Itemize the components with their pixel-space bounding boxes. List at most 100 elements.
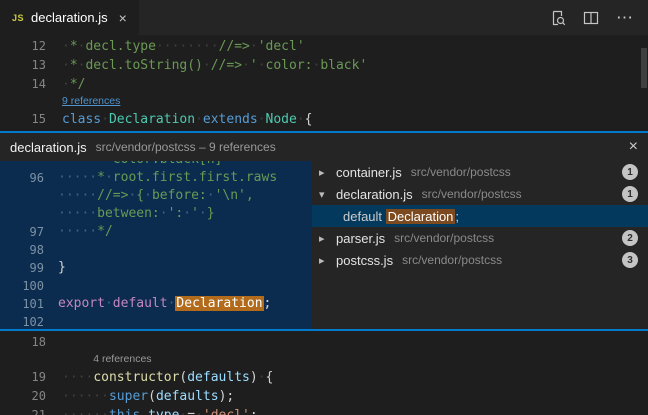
reference-file-row[interactable]: ▾declaration.jssrc/vendor/postcss1	[312, 183, 648, 205]
line-number: 97	[0, 223, 58, 241]
code-token: super	[109, 389, 148, 404]
code-token: }	[207, 206, 215, 221]
code-token: ········	[156, 39, 219, 54]
code-token: export	[58, 296, 105, 311]
code-token: default	[343, 209, 386, 224]
javascript-file-icon: JS	[12, 13, 24, 23]
code-token: .	[140, 408, 148, 415]
chevron-right-icon[interactable]: ▸	[319, 232, 336, 245]
code-line[interactable]: 19····constructor(defaults)·{	[0, 368, 648, 387]
code-token: */	[97, 224, 113, 239]
code-line[interactable]: 21······this.type·=·'decl';	[0, 406, 648, 415]
code-line[interactable]: 102	[0, 313, 312, 329]
code-line[interactable]: 14·*/	[0, 75, 648, 94]
chevron-right-icon[interactable]: ▸	[319, 254, 336, 267]
code-line[interactable]: 13·*·decl.toString()·//=>·'·color:·black…	[0, 56, 648, 75]
code-token: //=>	[219, 39, 250, 54]
code-token: ·	[195, 112, 203, 127]
reference-item-row[interactable]: default Declaration;	[312, 205, 648, 227]
code-token: decl.toString()	[85, 58, 202, 73]
reference-file-row[interactable]: ▸parser.jssrc/vendor/postcss2	[312, 227, 648, 249]
line-number: 98	[0, 241, 58, 259]
reference-file-row[interactable]: ▸container.jssrc/vendor/postcss1	[312, 161, 648, 183]
code-token: ·	[144, 188, 152, 203]
code-token: before:	[152, 188, 207, 203]
editor-scrollbar[interactable]	[641, 48, 647, 88]
code-token: ·	[199, 206, 207, 221]
code-token: ·	[105, 170, 113, 185]
code-token: )	[250, 370, 258, 385]
code-token: //=>	[97, 188, 128, 203]
file-name: container.js	[336, 165, 402, 180]
code-token: color:black[n]	[113, 161, 223, 167]
code-token: ·	[62, 77, 70, 92]
line-content: ······this.type·=·'decl';	[62, 406, 258, 415]
line-number: 100	[0, 277, 58, 295]
line-content: }	[58, 259, 66, 277]
editor-top: 12·*·decl.type········//=>·'decl'13·*·de…	[0, 35, 648, 131]
code-token: '	[250, 58, 258, 73]
code-token: ····	[62, 370, 93, 385]
reference-preview-text: default Declaration;	[343, 209, 459, 224]
code-line[interactable]: 12·*·decl.type········//=>·'decl'	[0, 37, 648, 56]
code-line[interactable]: 18	[0, 333, 648, 352]
line-number: 20	[0, 387, 62, 406]
reference-file-row[interactable]: ▸postcss.jssrc/vendor/postcss3	[312, 249, 648, 271]
editor-tab-bar: JS declaration.js × ⋯	[0, 0, 648, 35]
code-token: 'decl'	[258, 39, 305, 54]
code-token: (	[148, 389, 156, 404]
tab-label: declaration.js	[31, 10, 108, 25]
line-content: ·*·decl.toString()·//=>·'·color:·black'	[62, 56, 367, 75]
code-token: defaults	[187, 370, 250, 385]
open-preview-icon[interactable]	[550, 10, 566, 26]
code-token: root.first.first.raws	[113, 170, 277, 185]
references-peek-view: declaration.js src/vendor/postcss – 9 re…	[0, 131, 648, 331]
code-line[interactable]: 97·····*/	[0, 223, 312, 241]
code-token: ·····	[58, 206, 97, 221]
codelens-references-link[interactable]: 4 references	[93, 352, 151, 368]
line-content: export·default·Declaration;	[58, 295, 271, 313]
line-number: 21	[0, 406, 62, 415]
line-content: ····constructor(defaults)·{	[62, 368, 273, 387]
code-token: }	[58, 260, 66, 275]
code-line[interactable]: ·······color:black[n]	[0, 161, 312, 169]
line-number: 14	[0, 75, 62, 94]
chevron-right-icon[interactable]: ▸	[319, 166, 336, 179]
line-content: ·*·decl.type········//=>·'decl'	[62, 37, 305, 56]
code-token: constructor	[93, 370, 179, 385]
codelens-references-link[interactable]: 9 references	[62, 94, 120, 110]
code-token: ;	[264, 296, 272, 311]
more-actions-icon[interactable]: ⋯	[616, 9, 633, 26]
code-token: */	[70, 77, 86, 92]
code-line[interactable]: 20······super(defaults);	[0, 387, 648, 406]
code-line[interactable]: ·····between:·':·'·}	[0, 205, 312, 223]
code-line[interactable]: 100	[0, 277, 312, 295]
split-editor-icon[interactable]	[583, 10, 599, 26]
tab-declaration-js[interactable]: JS declaration.js ×	[0, 0, 139, 35]
code-token: ·	[242, 58, 250, 73]
code-line[interactable]: ·····//=>·{·before:·'\n',	[0, 187, 312, 205]
file-path: src/vendor/postcss	[394, 231, 494, 245]
vscode-window: JS declaration.js × ⋯ 12·*·decl.type····…	[0, 0, 648, 415]
chevron-down-icon[interactable]: ▾	[319, 188, 336, 201]
reference-count-badge: 1	[622, 186, 638, 202]
code-line[interactable]: 99}	[0, 259, 312, 277]
code-token: ·	[62, 58, 70, 73]
code-line[interactable]: 101export·default·Declaration;	[0, 295, 312, 313]
code-token: ;	[455, 209, 459, 224]
reference-count-badge: 1	[622, 164, 638, 180]
close-tab-icon[interactable]: ×	[119, 10, 127, 26]
file-name: parser.js	[336, 231, 385, 246]
code-line[interactable]: 15class·Declaration·extends·Node·{	[0, 110, 648, 129]
line-number: 19	[0, 368, 62, 387]
line-number: 15	[0, 110, 62, 129]
code-token: ·	[62, 39, 70, 54]
code-token: {	[136, 188, 144, 203]
code-token: ·	[258, 112, 266, 127]
line-number: 99	[0, 259, 58, 277]
code-token: *	[97, 170, 105, 185]
close-peek-icon[interactable]: ×	[629, 138, 638, 156]
code-line[interactable]: 96·····*·root.first.first.raws	[0, 169, 312, 187]
code-line[interactable]: 98	[0, 241, 312, 259]
code-token: class	[62, 112, 101, 127]
